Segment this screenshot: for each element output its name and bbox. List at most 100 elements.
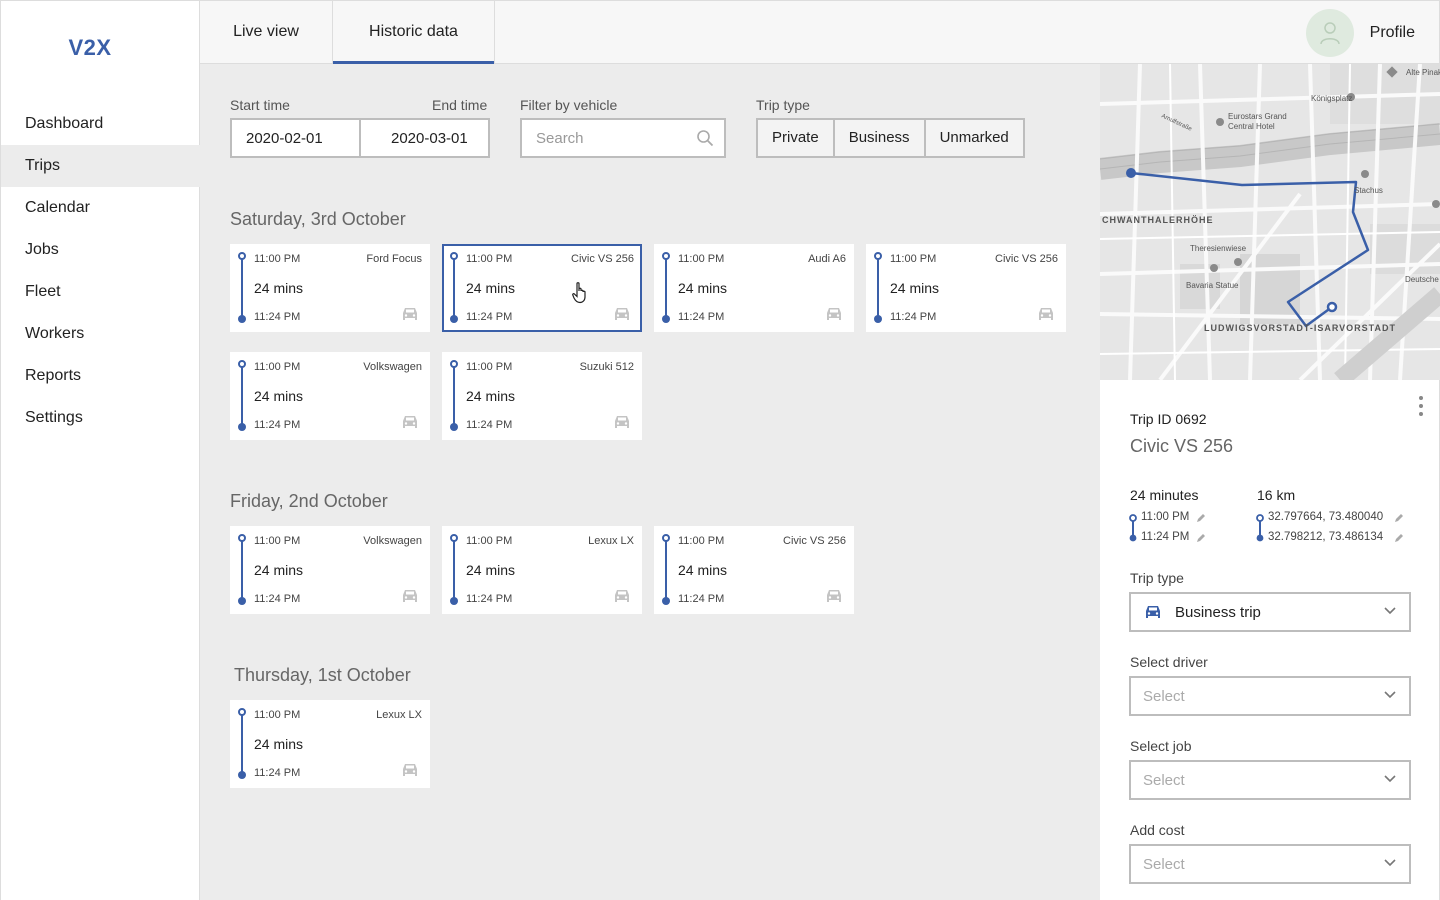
trip-start-time: 11:00 PM: [678, 535, 725, 547]
job-select[interactable]: Select: [1129, 760, 1411, 800]
car-icon: [403, 764, 417, 776]
sidebar: V2X Dashboard Trips Calendar Jobs Fleet …: [0, 0, 200, 900]
day-heading: Friday, 2nd October: [230, 491, 388, 511]
edit-icon[interactable]: [1196, 513, 1206, 523]
chevron-down-icon: [1384, 691, 1396, 699]
trip-detail-panel: Alte Pinak Königsplatz Eurostars Grand C…: [1100, 64, 1440, 900]
edit-icon[interactable]: [1196, 533, 1206, 543]
vehicle-search-placeholder: Search: [536, 129, 584, 147]
trip-start-time: 11:00 PM: [678, 253, 725, 265]
sidebar-item-fleet[interactable]: Fleet: [1, 271, 200, 313]
trip-card[interactable]: 11:00 PM 24 mins 11:24 PM Lexux LX: [230, 700, 430, 788]
trip-duration: 24 mins: [254, 280, 304, 296]
top-bar: Live view Historic data Profile: [200, 0, 1440, 65]
vehicle-search-input[interactable]: Search: [520, 118, 726, 158]
sidebar-item-jobs[interactable]: Jobs: [1, 229, 200, 271]
map-label: Alte Pinak: [1406, 68, 1440, 77]
trip-duration: 24 mins: [466, 280, 516, 296]
driver-select-placeholder: Select: [1143, 687, 1185, 705]
trip-card[interactable]: 11:00 PM 24 mins 11:24 PM Audi A6: [654, 244, 854, 332]
trip-card[interactable]: 11:00 PM 24 mins 11:24 PM Civic VS 256: [866, 244, 1066, 332]
trip-vehicle: Civic VS 256: [571, 253, 634, 265]
car-icon: [403, 416, 417, 428]
trip-type-private[interactable]: Private: [758, 120, 835, 156]
trip-start-time: 11:00 PM: [466, 361, 513, 373]
trip-end-time: 11:24 PM: [254, 767, 301, 779]
trip-type-select[interactable]: Business trip: [1129, 592, 1411, 632]
trip-type-business[interactable]: Business: [835, 120, 926, 156]
trip-end-time: 11:24 PM: [678, 311, 725, 323]
trips-list-area: Start time End time 2020-02-01 2020-03-0…: [200, 64, 1100, 900]
route-map[interactable]: Alte Pinak Königsplatz Eurostars Grand C…: [1100, 64, 1440, 380]
car-icon: [1039, 308, 1053, 320]
sidebar-item-calendar[interactable]: Calendar: [1, 187, 200, 229]
trip-card[interactable]: 11:00 PM 24 mins 11:24 PM Suzuki 512: [442, 352, 642, 440]
trip-card[interactable]: 11:00 PM 24 mins 11:24 PM Ford Focus: [230, 244, 430, 332]
map-label: Eurostars Grand: [1228, 112, 1287, 121]
trip-end-time: 11:24 PM: [678, 593, 725, 605]
sidebar-item-dashboard[interactable]: Dashboard: [1, 103, 200, 145]
trip-duration: 24 mins: [678, 562, 728, 578]
trip-start-time: 11:00 PM: [466, 253, 513, 265]
edit-icon[interactable]: [1394, 533, 1404, 543]
trip-duration: 24 mins: [466, 388, 516, 404]
trip-vehicle: Audi A6: [808, 253, 846, 265]
trip-start-time: 11:00 PM: [466, 535, 513, 547]
trip-card[interactable]: 11:00 PM 24 mins 11:24 PM Volkswagen: [230, 352, 430, 440]
job-select-placeholder: Select: [1143, 771, 1185, 789]
sidebar-item-trips[interactable]: Trips: [1, 145, 200, 187]
trip-duration: 24 mins: [890, 280, 940, 296]
sidebar-item-reports[interactable]: Reports: [1, 355, 200, 397]
chevron-down-icon: [1384, 607, 1396, 615]
edit-icon[interactable]: [1394, 513, 1404, 523]
trip-card[interactable]: 11:00 PM 24 mins 11:24 PM Volkswagen: [230, 526, 430, 614]
trip-end-time: 11:24 PM: [254, 311, 301, 323]
profile-button[interactable]: Profile: [1305, 8, 1415, 58]
profile-label: Profile: [1369, 24, 1415, 41]
trip-duration-total: 24 minutes: [1130, 487, 1199, 503]
car-icon: [403, 308, 417, 320]
day-heading: Saturday, 3rd October: [230, 209, 406, 229]
trip-end-time: 11:24 PM: [466, 419, 513, 431]
trip-vehicle: Lexux LX: [376, 709, 422, 721]
trip-duration: 24 mins: [254, 736, 304, 752]
tab-historic-data[interactable]: Historic data: [333, 1, 495, 65]
app-logo: V2X: [68, 35, 112, 60]
trip-id: Trip ID 0692: [1130, 411, 1207, 427]
start-date-input[interactable]: 2020-02-01: [230, 118, 361, 158]
trip-vehicle: Civic VS 256: [783, 535, 846, 547]
avatar: [1305, 9, 1354, 57]
tab-live-view[interactable]: Live view: [200, 1, 333, 64]
map-label: Central Hotel: [1228, 122, 1275, 131]
car-icon: [615, 308, 629, 320]
cost-field-label: Add cost: [1130, 822, 1185, 838]
trip-duration: 24 mins: [254, 562, 304, 578]
end-coordinates: 32.798212, 73.486134: [1268, 531, 1384, 543]
map-label: Bavaria Statue: [1186, 281, 1239, 290]
trip-card[interactable]: 11:00 PM 24 mins 11:24 PM Civic VS 256: [654, 526, 854, 614]
sidebar-item-workers[interactable]: Workers: [1, 313, 200, 355]
trip-vehicle: Suzuki 512: [579, 361, 634, 373]
trip-card[interactable]: 11:00 PM 24 mins 11:24 PM Lexux LX: [442, 526, 642, 614]
sidebar-item-settings[interactable]: Settings: [1, 397, 200, 439]
trip-end-time: 11:24 PM: [254, 419, 301, 431]
trip-start-time: 11:00 PM: [254, 253, 301, 265]
more-options-icon[interactable]: [1419, 396, 1423, 420]
user-icon: [1319, 22, 1340, 45]
trip-type-unmarked[interactable]: Unmarked: [926, 120, 1023, 156]
map-label: Stachus: [1354, 186, 1383, 195]
map-label: Königsplatz: [1311, 94, 1353, 103]
map-label: CHWANTHALERHÖHE: [1102, 215, 1214, 225]
trip-end-time: 11:24 PM: [254, 593, 301, 605]
driver-select[interactable]: Select: [1129, 676, 1411, 716]
cost-select[interactable]: Select: [1129, 844, 1411, 884]
chevron-down-icon: [1384, 859, 1396, 867]
job-field-label: Select job: [1130, 738, 1192, 754]
end-date-input[interactable]: 2020-03-01: [359, 118, 490, 158]
trip-end-time: 11:24 PM: [466, 593, 513, 605]
map-label: LUDWIGSVORSTADT-ISARVORSTADT: [1204, 323, 1396, 333]
trip-card-selected[interactable]: 11:00 PM 24 mins 11:24 PM Civic VS 256: [442, 244, 642, 332]
chevron-down-icon: [1384, 775, 1396, 783]
trip-type-segmented: Private Business Unmarked: [756, 118, 1025, 158]
trip-vehicle: Ford Focus: [366, 253, 422, 265]
